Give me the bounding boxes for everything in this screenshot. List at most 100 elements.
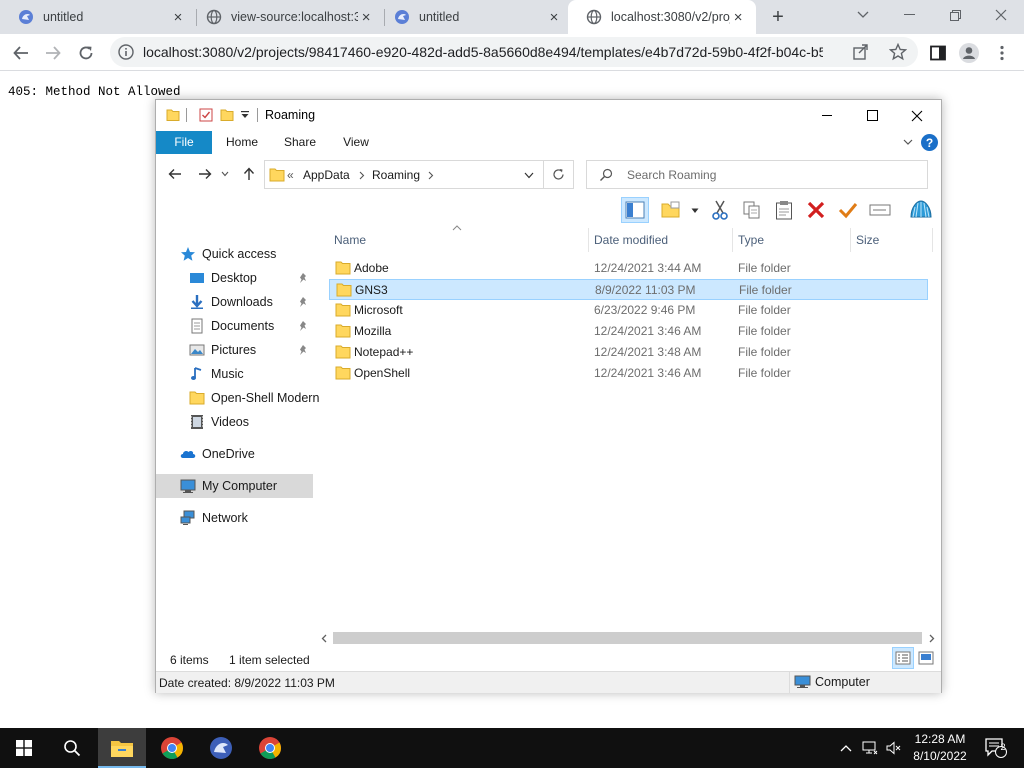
folder-options-button[interactable] [658,197,686,223]
explorer-maximize-button[interactable] [849,100,895,131]
breadcrumb-roaming[interactable]: Roaming [372,168,420,182]
properties-button[interactable] [834,197,862,223]
details-view-button[interactable] [892,647,914,669]
start-button[interactable] [0,728,48,768]
breadcrumb-chevron-icon[interactable] [428,171,434,180]
minimize-window-button[interactable] [886,0,932,30]
browser-menu-button[interactable] [989,40,1015,66]
close-tab-icon[interactable]: × [170,9,186,26]
side-panel-button[interactable] [925,40,951,66]
explorer-back-button[interactable] [166,165,184,183]
paste-button[interactable] [770,197,798,223]
address-history-chevron-icon[interactable] [524,172,534,179]
explorer-minimize-button[interactable] [804,100,850,131]
folder-icon [335,303,351,317]
file-row-mozilla[interactable]: Mozilla 12/24/2021 3:46 AM File folder [329,321,928,342]
properties-icon[interactable] [199,108,213,122]
ribbon-tab-share[interactable]: Share [276,131,324,154]
taskbar-chrome-2[interactable] [246,728,294,768]
scroll-left-arrow-icon[interactable] [318,632,330,644]
file-row-notepad-plus-plus[interactable]: Notepad++ 12/24/2021 3:48 AM File folder [329,342,928,363]
tab-search-chevron-icon[interactable] [840,0,886,30]
explorer-forward-button[interactable] [196,165,214,183]
close-tab-icon[interactable]: × [358,9,374,26]
column-header-type[interactable]: Type [733,228,851,252]
share-icon[interactable] [852,43,870,61]
explorer-close-button[interactable] [894,100,940,131]
scrollbar-thumb[interactable] [333,632,922,644]
help-icon[interactable]: ? [921,134,938,151]
nav-network[interactable]: Network [180,506,248,530]
restore-window-button[interactable] [932,0,978,30]
horizontal-scrollbar[interactable] [318,630,940,646]
recent-locations-button[interactable] [220,165,230,183]
reload-button[interactable] [73,40,99,66]
delete-button[interactable] [802,197,830,223]
ribbon-tab-home[interactable]: Home [218,131,266,154]
nav-open-shell-modern[interactable]: Open-Shell Modern [189,386,319,410]
close-tab-icon[interactable]: × [546,9,562,26]
column-header-date-modified[interactable]: Date modified [589,228,733,252]
browser-tab-1[interactable]: untitled × [0,0,196,34]
classic-explorer-toolbar [156,195,941,225]
bookmark-star-icon[interactable] [889,43,907,61]
network-tray-icon[interactable] [862,740,878,756]
profile-button[interactable] [956,40,982,66]
cut-button[interactable] [706,197,734,223]
ribbon-tab-view[interactable]: View [332,131,380,154]
nav-videos[interactable]: Videos [189,410,249,434]
breadcrumb-overflow[interactable]: « [287,168,294,182]
explorer-refresh-button[interactable] [544,160,574,189]
breadcrumb-chevron-icon[interactable] [359,171,365,180]
taskbar-search-button[interactable] [48,728,96,768]
navigation-pane-button[interactable] [621,197,649,223]
file-row-microsoft[interactable]: Microsoft 6/23/2022 9:46 PM File folder [329,300,928,321]
expand-ribbon-chevron-icon[interactable] [902,136,914,148]
explorer-address-bar[interactable]: « AppData Roaming [264,160,544,189]
address-bar[interactable]: localhost:3080/v2/projects/98417460-e920… [110,37,918,67]
browser-tab-3[interactable]: untitled × [376,0,572,34]
nav-downloads[interactable]: Downloads [189,290,315,314]
file-row-openshell[interactable]: OpenShell 12/24/2021 3:46 AM File folder [329,363,928,384]
rename-button[interactable] [866,197,894,223]
nav-desktop[interactable]: Desktop [189,266,315,290]
scroll-right-arrow-icon[interactable] [926,632,938,644]
back-button[interactable] [8,40,34,66]
breadcrumb-appdata[interactable]: AppData [303,168,350,182]
large-icons-view-button[interactable] [915,647,937,669]
file-row-adobe[interactable]: Adobe 12/24/2021 3:44 AM File folder [329,258,928,279]
nav-pictures[interactable]: Pictures [189,338,315,362]
taskbar-web-app[interactable] [197,728,245,768]
column-header-size[interactable]: Size [851,228,933,252]
show-hidden-icons-chevron-icon[interactable] [838,740,854,756]
close-tab-icon[interactable]: × [730,9,746,26]
search-input[interactable]: Search Roaming [586,160,928,189]
nav-music[interactable]: Music [189,362,244,386]
chevron-down-icon[interactable] [691,208,699,214]
close-window-button[interactable] [978,0,1024,30]
ribbon-tab-file[interactable]: File [156,131,212,154]
open-shell-settings-button[interactable] [907,197,935,223]
customize-quick-access-icon[interactable] [240,108,250,122]
nav-documents[interactable]: Documents [189,314,315,338]
copy-button[interactable] [738,197,766,223]
file-row-gns3[interactable]: GNS3 8/9/2022 11:03 PM File folder [329,279,928,300]
browser-tab-4-active[interactable]: localhost:3080/v2/proj × [568,0,756,34]
new-tab-button[interactable]: + [766,5,790,29]
search-icon [64,740,81,757]
taskbar-file-explorer[interactable] [98,728,146,768]
volume-muted-icon[interactable] [886,740,902,756]
url-text[interactable]: localhost:3080/v2/projects/98417460-e920… [143,44,823,60]
taskbar-chrome-1[interactable] [148,728,196,768]
new-folder-icon[interactable] [220,108,234,122]
column-header-name[interactable]: Name [329,228,589,252]
info-icon[interactable] [118,44,134,60]
nav-my-computer[interactable]: My Computer [156,474,313,498]
forward-button[interactable] [40,40,66,66]
nav-onedrive[interactable]: OneDrive [180,442,255,466]
nav-quick-access[interactable]: Quick access [180,242,276,266]
browser-tab-2[interactable]: view-source:localhost:3 × [188,0,384,34]
up-one-level-button[interactable] [240,165,258,183]
system-clock[interactable]: 12:28 AM 8/10/2022 [905,731,975,765]
action-center-button[interactable]: 2 [984,738,1008,758]
